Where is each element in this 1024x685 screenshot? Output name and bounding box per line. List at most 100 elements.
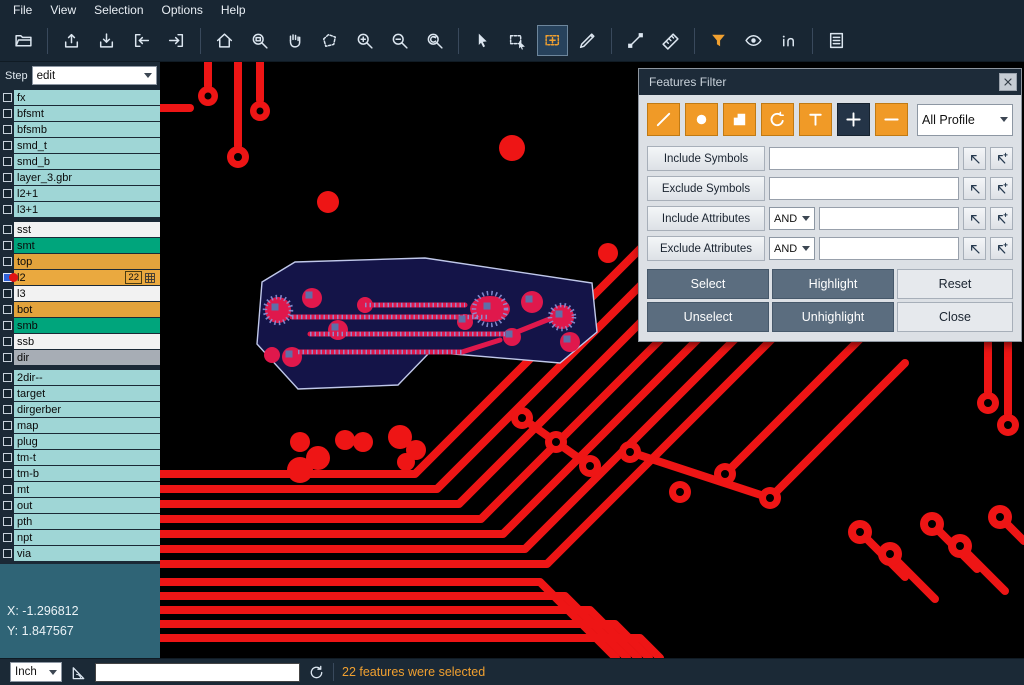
layer-row[interactable]: dir	[0, 350, 160, 365]
layer-visibility-checkbox[interactable]	[0, 482, 14, 497]
layer-row[interactable]: layer_3.gbr	[0, 170, 160, 185]
layer-row[interactable]: npt	[0, 530, 160, 545]
pick-add-symbol-button[interactable]	[990, 177, 1013, 200]
layer-visibility-checkbox[interactable]	[0, 334, 14, 349]
layer-row[interactable]: ssb	[0, 334, 160, 349]
layer-row[interactable]: l3+1	[0, 202, 160, 217]
step-forward-button[interactable]	[161, 25, 192, 56]
filter-text-button[interactable]	[799, 103, 832, 136]
layer-visibility-checkbox[interactable]	[0, 170, 14, 185]
cursor-select-button[interactable]	[467, 25, 498, 56]
report-button[interactable]	[821, 25, 852, 56]
layer-row[interactable]: l3	[0, 286, 160, 301]
layer-visibility-checkbox[interactable]	[0, 106, 14, 121]
pan-button[interactable]	[279, 25, 310, 56]
layer-visibility-checkbox[interactable]	[0, 402, 14, 417]
layer-visibility-checkbox[interactable]	[0, 238, 14, 253]
layer-visibility-checkbox[interactable]	[0, 434, 14, 449]
layer-visibility-checkbox[interactable]	[0, 318, 14, 333]
pick-attribute-button[interactable]	[963, 207, 986, 230]
layer-row[interactable]: l2+1	[0, 186, 160, 201]
layer-visibility-checkbox[interactable]	[0, 222, 14, 237]
layer-row[interactable]: sst	[0, 222, 160, 237]
layer-visibility-checkbox[interactable]	[0, 302, 14, 317]
step-select[interactable]: edit	[32, 66, 157, 85]
rect-select-button[interactable]	[502, 25, 533, 56]
layer-visibility-checkbox[interactable]	[0, 154, 14, 169]
layer-visibility-checkbox[interactable]	[0, 370, 14, 385]
pick-add-symbol-button[interactable]	[990, 147, 1013, 170]
ruler-button[interactable]	[655, 25, 686, 56]
menu-view[interactable]: View	[41, 3, 85, 17]
dialog-titlebar[interactable]: Features Filter	[639, 69, 1021, 95]
layer-row[interactable]: smt	[0, 238, 160, 253]
layer-row[interactable]: plug	[0, 434, 160, 449]
menu-options[interactable]: Options	[153, 3, 212, 17]
layer-row[interactable]: tm-t	[0, 450, 160, 465]
layer-visibility-checkbox[interactable]	[0, 514, 14, 529]
layer-visibility-checkbox[interactable]	[0, 186, 14, 201]
exclude-attributes-operator-select[interactable]: AND	[769, 237, 815, 260]
layer-row[interactable]: pth	[0, 514, 160, 529]
pick-symbol-button[interactable]	[963, 177, 986, 200]
reset-button[interactable]: Reset	[897, 269, 1013, 299]
filter-button[interactable]	[703, 25, 734, 56]
layer-visibility-checkbox[interactable]	[0, 350, 14, 365]
layer-row[interactable]: dirgerber	[0, 402, 160, 417]
layer-row[interactable]: 2dir--	[0, 370, 160, 385]
snap-button[interactable]	[773, 25, 804, 56]
brush-button[interactable]	[572, 25, 603, 56]
layer-row[interactable]: smd_t	[0, 138, 160, 153]
menu-help[interactable]: Help	[212, 3, 255, 17]
command-input[interactable]	[95, 663, 300, 682]
pick-add-attribute-button[interactable]	[990, 207, 1013, 230]
layer-row[interactable]: bfsmt	[0, 106, 160, 121]
layer-row[interactable]: bfsmb	[0, 122, 160, 137]
filter-arc-button[interactable]	[761, 103, 794, 136]
layer-visibility-checkbox[interactable]	[0, 450, 14, 465]
layer-row[interactable]: mt	[0, 482, 160, 497]
include-symbols-button[interactable]: Include Symbols	[647, 146, 765, 171]
layer-row[interactable]: target	[0, 386, 160, 401]
layer-row[interactable]: out	[0, 498, 160, 513]
open-button[interactable]	[8, 25, 39, 56]
layer-visibility-checkbox[interactable]	[0, 530, 14, 545]
layer-visibility-checkbox[interactable]	[0, 286, 14, 301]
layer-row-active[interactable]: l222	[0, 270, 160, 285]
features-select-button[interactable]	[537, 25, 568, 56]
filter-pad-button[interactable]	[685, 103, 718, 136]
select-button[interactable]: Select	[647, 269, 769, 299]
zoom-reset-button[interactable]	[419, 25, 450, 56]
highlight-button[interactable]: Highlight	[772, 269, 894, 299]
layer-row[interactable]: fx	[0, 90, 160, 105]
layer-row[interactable]: smd_b	[0, 154, 160, 169]
layer-visibility-checkbox[interactable]	[0, 254, 14, 269]
filter-surface-button[interactable]	[723, 103, 756, 136]
zoom-in-button[interactable]	[349, 25, 380, 56]
include-attributes-button[interactable]: Include Attributes	[647, 206, 765, 231]
polygon-select-button[interactable]	[314, 25, 345, 56]
exclude-attributes-input[interactable]	[819, 237, 959, 260]
pick-attribute-button[interactable]	[963, 237, 986, 260]
zoom-out-button[interactable]	[384, 25, 415, 56]
unselect-button[interactable]: Unselect	[647, 302, 769, 332]
layer-visibility-checkbox[interactable]	[0, 546, 14, 561]
layer-visibility-checkbox[interactable]	[0, 498, 14, 513]
layer-visibility-checkbox[interactable]	[0, 418, 14, 433]
unhighlight-button[interactable]: Unhighlight	[772, 302, 894, 332]
pick-symbol-button[interactable]	[963, 147, 986, 170]
import-up-button[interactable]	[56, 25, 87, 56]
step-back-button[interactable]	[126, 25, 157, 56]
include-attributes-input[interactable]	[819, 207, 959, 230]
display-button[interactable]	[738, 25, 769, 56]
layer-visibility-checkbox[interactable]	[0, 202, 14, 217]
layer-row[interactable]: bot	[0, 302, 160, 317]
exclude-symbols-button[interactable]: Exclude Symbols	[647, 176, 765, 201]
exclude-attributes-button[interactable]: Exclude Attributes	[647, 236, 765, 261]
exclude-symbols-input[interactable]	[769, 177, 959, 200]
layer-row[interactable]: via	[0, 546, 160, 561]
filter-remove-button[interactable]	[875, 103, 908, 136]
refresh-icon[interactable]	[308, 664, 325, 681]
dialog-close-button[interactable]	[999, 73, 1017, 91]
filter-line-button[interactable]	[647, 103, 680, 136]
